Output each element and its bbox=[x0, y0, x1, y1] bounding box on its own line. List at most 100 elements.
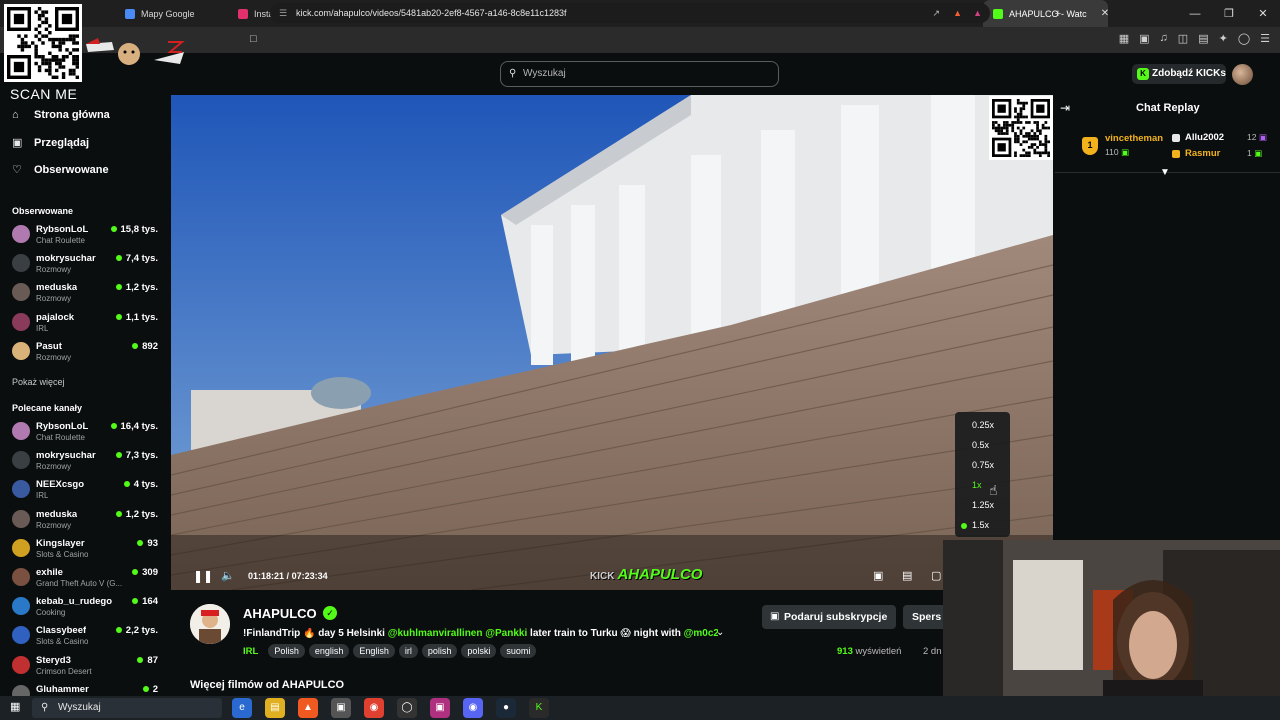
recommended-section-title: Polecane kanały bbox=[12, 403, 83, 413]
ai-icon[interactable]: ✦ bbox=[1219, 32, 1228, 45]
sidebar-toggle-icon[interactable]: ◫ bbox=[1178, 32, 1188, 45]
title-mention-1[interactable]: @kuhlmanvirallinen bbox=[388, 628, 483, 639]
title-mention-2[interactable]: @Pankki bbox=[485, 628, 527, 639]
speed-option[interactable]: 1.5x bbox=[972, 520, 989, 530]
sidebar-channel[interactable]: NEEXcsgo IRL 4 tys. bbox=[10, 476, 160, 503]
tag-chip[interactable]: polish bbox=[421, 644, 458, 658]
app-icon[interactable]: ▣ bbox=[430, 698, 450, 718]
brave-shield-icon[interactable]: ▲ bbox=[953, 3, 962, 23]
brave-icon[interactable]: ▲ bbox=[298, 698, 318, 718]
sidebar-channel[interactable]: pajalock IRL 1,1 tys. bbox=[10, 309, 160, 336]
sidebar-channel[interactable]: Classybeef Slots & Casino 2,2 tys. bbox=[10, 622, 160, 649]
url-field[interactable]: ☰ kick.com/ahapulco/videos/5481ab20-2ef8… bbox=[270, 3, 990, 23]
speed-option[interactable]: 0.5x bbox=[972, 440, 989, 450]
fullscreen-button[interactable]: ▢ bbox=[931, 569, 941, 582]
sidebar-channel[interactable]: exhile Grand Theft Auto V (G... 309 bbox=[10, 564, 160, 591]
viewer-count-value: 164 bbox=[142, 596, 158, 608]
edge-icon[interactable]: e bbox=[232, 698, 252, 718]
windows-start-icon[interactable]: ▦ bbox=[10, 700, 20, 713]
sidebar-channel[interactable]: Pasut Rozmowy 892 bbox=[10, 338, 160, 365]
channel-category: Rozmowy bbox=[36, 462, 72, 472]
channel-avatar bbox=[12, 283, 30, 302]
speed-option[interactable]: 0.75x bbox=[972, 460, 994, 470]
sidebar-channel[interactable]: kebab_u_rudego Cooking 164 bbox=[10, 593, 160, 620]
sidebar-channel[interactable]: RybsonLoL Chat Roulette 15,8 tys. bbox=[10, 221, 160, 248]
chevron-down-icon[interactable]: ⌄ bbox=[716, 627, 724, 638]
collapse-chat-icon[interactable]: ⇥ bbox=[1060, 101, 1070, 115]
gift-subscription-button[interactable]: ▣ Podaruj subskrypcje bbox=[762, 605, 896, 629]
mouse-cursor: ☝ bbox=[989, 482, 998, 498]
minimize-button[interactable]: — bbox=[1178, 8, 1212, 20]
nav-home[interactable]: ⌂ Strona główna bbox=[12, 109, 110, 121]
extensions-bar: ▦ ▣ ♫ ◫ ▤ ✦ ◯ ☰ bbox=[1119, 32, 1270, 45]
get-kicks-button[interactable]: K Zdobądź KICKs bbox=[1132, 64, 1226, 84]
volume-button[interactable]: 🔈 bbox=[221, 569, 235, 582]
tag-chip[interactable]: Polish bbox=[268, 644, 305, 658]
taskbar-search[interactable]: ⚲ Wyszukaj bbox=[32, 698, 222, 718]
channel-name[interactable]: AHAPULCO bbox=[243, 606, 317, 621]
channel-avatar[interactable] bbox=[190, 604, 230, 644]
discord-icon[interactable]: ◉ bbox=[463, 698, 483, 718]
obs-icon[interactable]: ◯ bbox=[397, 698, 417, 718]
user-avatar[interactable] bbox=[1232, 64, 1253, 85]
nav-following[interactable]: ♡ Obserwowane bbox=[12, 163, 109, 176]
gifter-2-name[interactable]: Allu2002 bbox=[1185, 132, 1224, 143]
tag-chip[interactable]: suomi bbox=[500, 644, 537, 658]
kick-icon[interactable]: K bbox=[529, 698, 549, 718]
extension-camera-icon[interactable]: ▣ bbox=[1139, 32, 1149, 45]
sidebar-channel[interactable]: meduska Rozmowy 1,2 tys. bbox=[10, 506, 160, 533]
filter-icon[interactable]: ▼ bbox=[1160, 167, 1170, 178]
nav-browse[interactable]: ▣ Przeglądaj bbox=[12, 136, 89, 149]
site-info-icon[interactable]: ☰ bbox=[279, 3, 287, 23]
webcam-image bbox=[943, 540, 1280, 696]
channel-avatar bbox=[12, 422, 30, 440]
channel-avatar-image bbox=[190, 604, 230, 644]
close-window-button[interactable]: ✕ bbox=[1246, 7, 1280, 20]
search-input[interactable]: ⚲ Wyszukaj bbox=[500, 61, 779, 87]
viewer-count: 15,8 tys. bbox=[110, 224, 158, 235]
bookmark-icon[interactable]: □ bbox=[250, 33, 257, 45]
tag-chip[interactable]: polski bbox=[461, 644, 497, 658]
pip-button[interactable]: ▣ bbox=[873, 569, 883, 582]
viewer-count: 4 tys. bbox=[123, 479, 158, 490]
chrome-icon[interactable]: ◉ bbox=[364, 698, 384, 718]
show-more-link[interactable]: Pokaż więcej bbox=[12, 377, 65, 387]
restore-button[interactable]: ❐ bbox=[1212, 7, 1246, 20]
sidebar-channel[interactable]: Gluhammer 2 bbox=[10, 681, 160, 696]
window-controls: + — ❐ ✕ bbox=[1055, 0, 1280, 27]
rewards-icon[interactable]: ▲ bbox=[973, 3, 982, 23]
sidebar-channel[interactable]: mokrysuchar Rozmowy 7,4 tys. bbox=[10, 250, 160, 277]
tag-chip[interactable]: English bbox=[353, 644, 395, 658]
file-explorer-icon[interactable]: ▤ bbox=[265, 698, 285, 718]
theater-button[interactable]: ▤ bbox=[902, 569, 912, 582]
wallet-icon[interactable]: ▤ bbox=[1198, 32, 1208, 45]
gifter-3-name[interactable]: Rasmur bbox=[1185, 148, 1220, 159]
sidebar-channel[interactable]: Steryd3 Crimson Desert 87 bbox=[10, 652, 160, 679]
channel-name: kebab_u_rudego bbox=[36, 596, 113, 608]
gifter-2-badge-icon bbox=[1172, 134, 1180, 142]
share-icon[interactable]: ↗ bbox=[932, 3, 940, 23]
speed-option[interactable]: 0.25x bbox=[972, 420, 994, 430]
sidebar-channel[interactable]: meduska Rozmowy 1,2 tys. bbox=[10, 279, 160, 306]
steam-icon[interactable]: ● bbox=[496, 698, 516, 718]
sidebar-channel[interactable]: Kingslayer Slots & Casino 93 bbox=[10, 535, 160, 562]
browser-tab[interactable]: Mapy Google bbox=[115, 0, 228, 27]
pause-button[interactable]: ❚❚ bbox=[193, 569, 213, 583]
gifter-1-name[interactable]: vincetheman bbox=[1105, 133, 1163, 144]
music-icon[interactable]: ♫ bbox=[1160, 32, 1168, 45]
app-icon[interactable]: ▣ bbox=[331, 698, 351, 718]
tag-chip[interactable]: english bbox=[308, 644, 350, 658]
tag-chip[interactable]: irl bbox=[398, 644, 418, 658]
menu-icon[interactable]: ☰ bbox=[1260, 32, 1270, 45]
title-mention-3[interactable]: @m0c2u... bbox=[684, 628, 718, 639]
close-tab-icon[interactable]: ✕ bbox=[1101, 8, 1108, 19]
extension-puzzle-icon[interactable]: ▦ bbox=[1119, 32, 1129, 45]
speed-option[interactable]: 1x bbox=[972, 480, 982, 490]
category-link[interactable]: IRL bbox=[243, 646, 258, 657]
new-tab-button[interactable]: + bbox=[1048, 8, 1068, 20]
speed-option[interactable]: 1.25x bbox=[972, 500, 994, 510]
sidebar-channel[interactable]: RybsonLoL Chat Roulette 16,4 tys. bbox=[10, 418, 160, 445]
vpn-icon[interactable]: ◯ bbox=[1238, 32, 1250, 45]
browser-tab[interactable]: AHAPULCO - Watc ✕ bbox=[983, 0, 1108, 27]
sidebar-channel[interactable]: mokrysuchar Rozmowy 7,3 tys. bbox=[10, 447, 160, 474]
